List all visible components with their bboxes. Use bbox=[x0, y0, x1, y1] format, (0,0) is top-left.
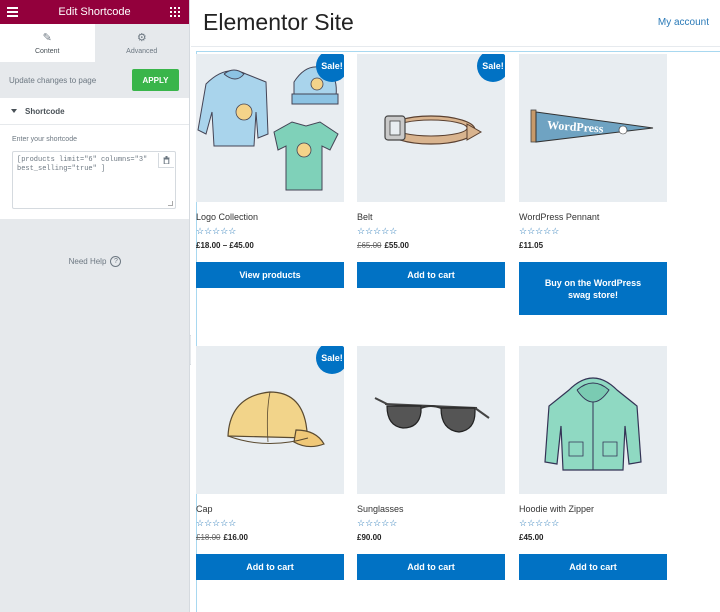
site-preview: Elementor Site My account Sale! Logo Col… bbox=[191, 0, 720, 612]
need-help-link[interactable]: Need Help ? bbox=[0, 256, 190, 267]
hoodie-image bbox=[544, 377, 642, 471]
product-card: Hoodie with Zipper ☆☆☆☆☆ £45.00 Add to c… bbox=[519, 346, 667, 580]
update-label: Update changes to page bbox=[9, 75, 97, 85]
product-image[interactable]: Sale! bbox=[357, 54, 505, 202]
resize-handle-icon[interactable] bbox=[168, 201, 173, 206]
gear-icon: ⚙ bbox=[136, 31, 147, 44]
product-image[interactable]: Sale! bbox=[196, 54, 344, 202]
sunglasses-image bbox=[374, 397, 490, 433]
panel-tabs: ✎ Content ⚙ Advanced bbox=[0, 24, 189, 62]
price-current: £11.05 bbox=[519, 241, 544, 250]
product-price: £45.00 bbox=[519, 533, 667, 543]
product-price: £90.00 bbox=[357, 533, 505, 543]
star-rating-icon: ☆☆☆☆☆ bbox=[519, 226, 560, 236]
section-body: Enter your shortcode [products limit="6"… bbox=[0, 125, 189, 219]
star-rating-icon: ☆☆☆☆☆ bbox=[519, 518, 560, 528]
product-image[interactable] bbox=[357, 346, 505, 494]
tab-advanced-label: Advanced bbox=[126, 47, 158, 55]
star-rating-icon: ☆☆☆☆☆ bbox=[196, 518, 237, 528]
product-image[interactable]: WordPress bbox=[519, 54, 667, 202]
price-current: £90.00 bbox=[357, 533, 382, 542]
product-price: £18.00 £16.00 bbox=[196, 533, 344, 543]
tab-content[interactable]: ✎ Content bbox=[0, 24, 95, 62]
price-old: £65.00 bbox=[357, 241, 382, 250]
product-name[interactable]: Logo Collection bbox=[196, 212, 344, 223]
price-current: £18.00 – £45.00 bbox=[196, 241, 254, 250]
shortcode-value[interactable]: [products limit="6" columns="3" best_sel… bbox=[13, 152, 175, 174]
shortcode-field-label: Enter your shortcode bbox=[12, 136, 77, 143]
hamburger-menu-icon[interactable] bbox=[7, 7, 18, 17]
buy-on-store-button[interactable]: Buy on the WordPress swag store! bbox=[519, 262, 667, 315]
product-price: £11.05 bbox=[519, 241, 667, 251]
section-title: Shortcode bbox=[25, 106, 65, 116]
my-account-link[interactable]: My account bbox=[658, 17, 709, 28]
pencil-icon: ✎ bbox=[42, 31, 52, 44]
panel-header: Edit Shortcode bbox=[0, 0, 189, 24]
apply-button[interactable]: APPLY bbox=[132, 69, 179, 91]
price-current: £16.00 bbox=[223, 533, 248, 542]
pennant-image: WordPress bbox=[530, 109, 654, 143]
product-price: £65.00 £55.00 bbox=[357, 241, 505, 251]
add-to-cart-button[interactable]: Add to cart bbox=[357, 262, 505, 288]
shortcode-textarea[interactable]: [products limit="6" columns="3" best_sel… bbox=[12, 151, 176, 209]
add-to-cart-button[interactable]: Add to cart bbox=[519, 554, 667, 580]
product-name[interactable]: Sunglasses bbox=[357, 504, 505, 515]
section-shortcode-toggle[interactable]: Shortcode bbox=[0, 98, 189, 125]
product-name[interactable]: Cap bbox=[196, 504, 344, 515]
trash-icon[interactable] bbox=[158, 153, 174, 168]
widgets-grid-icon[interactable] bbox=[170, 7, 180, 17]
star-rating-icon: ☆☆☆☆☆ bbox=[196, 226, 237, 236]
product-name[interactable]: WordPress Pennant bbox=[519, 212, 667, 223]
price-current: £45.00 bbox=[519, 533, 544, 542]
product-card: WordPress WordPress Pennant ☆☆☆☆☆ £11.05… bbox=[519, 54, 667, 315]
update-row: Update changes to page APPLY bbox=[0, 62, 189, 98]
view-products-button[interactable]: View products bbox=[196, 262, 344, 288]
product-card: Sale! Belt ☆☆☆☆☆ £65.00 £55.00 Add to car… bbox=[357, 54, 505, 288]
product-card: Sunglasses ☆☆☆☆☆ £90.00 Add to cart bbox=[357, 346, 505, 580]
add-to-cart-button[interactable]: Add to cart bbox=[196, 554, 344, 580]
question-icon: ? bbox=[110, 256, 122, 267]
site-header: Elementor Site My account bbox=[191, 0, 720, 47]
product-name[interactable]: Belt bbox=[357, 212, 505, 223]
product-card: Sale! Logo Collection ☆☆☆☆☆ £18.00 – £45… bbox=[196, 54, 344, 288]
product-card: Sale! Cap ☆☆☆☆☆ £18.00 £16.00 Add to cart bbox=[196, 346, 344, 580]
product-image[interactable]: Sale! bbox=[196, 346, 344, 494]
price-current: £55.00 bbox=[384, 241, 409, 250]
add-to-cart-button[interactable]: Add to cart bbox=[357, 554, 505, 580]
star-rating-icon: ☆☆☆☆☆ bbox=[357, 226, 398, 236]
tab-content-label: Content bbox=[34, 47, 60, 55]
star-rating-icon: ☆☆☆☆☆ bbox=[357, 518, 398, 528]
product-image[interactable] bbox=[519, 346, 667, 494]
elementor-panel: Edit Shortcode ✎ Content ⚙ Advanced Upda… bbox=[0, 0, 190, 612]
need-help-label: Need Help bbox=[68, 257, 107, 266]
caret-down-icon bbox=[11, 109, 17, 113]
price-old: £18.00 bbox=[196, 533, 221, 542]
tab-advanced[interactable]: ⚙ Advanced bbox=[94, 24, 189, 62]
product-name[interactable]: Hoodie with Zipper bbox=[519, 504, 667, 515]
site-title[interactable]: Elementor Site bbox=[203, 9, 354, 36]
product-price: £18.00 – £45.00 bbox=[196, 241, 344, 251]
panel-title: Edit Shortcode bbox=[58, 6, 131, 18]
